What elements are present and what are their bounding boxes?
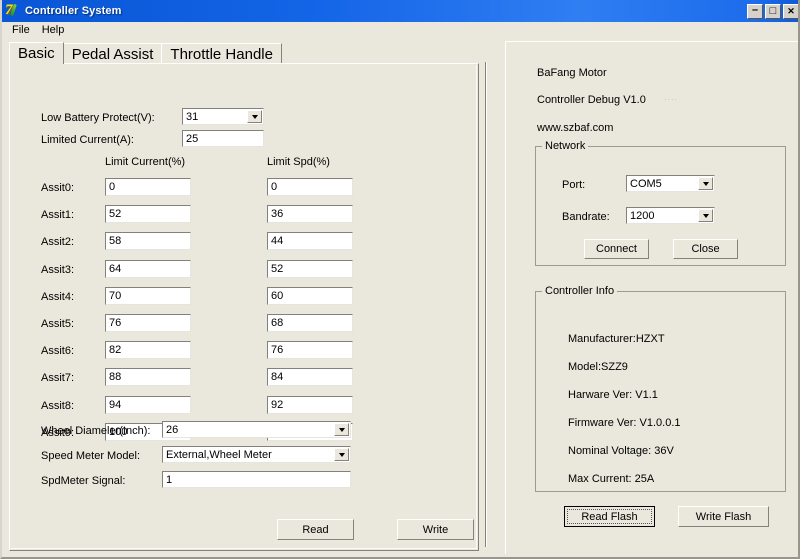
- read-flash-button[interactable]: Read Flash: [564, 506, 655, 527]
- brand-label: BaFang Motor: [537, 67, 607, 79]
- speed-meter-model-combo[interactable]: External,Wheel Meter: [162, 446, 351, 463]
- application-window: 7 Controller System – □ ✕ File Help Basi…: [0, 0, 800, 559]
- app-7-icon: 7: [5, 2, 21, 19]
- chevron-down-icon[interactable]: [698, 209, 713, 222]
- limited-current-input[interactable]: 25: [182, 130, 264, 147]
- assist-limit-spd-input[interactable]: 44: [267, 232, 353, 250]
- write-flash-button[interactable]: Write Flash: [678, 506, 769, 527]
- port-label: Port:: [562, 179, 586, 191]
- assist-limit-current-input[interactable]: 94: [105, 396, 191, 414]
- right-panel: BaFang Motor Controller Debug V1.0 .... …: [505, 41, 798, 554]
- window-controls: – □ ✕: [747, 3, 798, 19]
- spdmeter-signal-input[interactable]: 1: [162, 471, 351, 488]
- assist-row-label: Assit1:: [41, 209, 75, 221]
- low-battery-protect-combo[interactable]: 31: [182, 108, 264, 125]
- website-label: www.szbaf.com: [537, 122, 614, 134]
- assist-limit-current-input[interactable]: 52: [105, 205, 191, 223]
- bandrate-value: 1200: [630, 210, 655, 222]
- product-label: Controller Debug V1.0: [537, 94, 646, 106]
- maximize-button[interactable]: □: [765, 3, 781, 19]
- assist-limit-current-input[interactable]: 70: [105, 287, 191, 305]
- controller-info-line: Harware Ver: V1.1: [568, 389, 658, 401]
- chevron-down-icon[interactable]: [698, 177, 713, 190]
- tab-throttle-handle[interactable]: Throttle Handle: [161, 43, 282, 64]
- assist-limit-spd-input[interactable]: 68: [267, 314, 353, 332]
- controller-info-line: Nominal Voltage: 36V: [568, 445, 674, 457]
- wheel-diameter-label: Wheel Diameler(Inch):: [41, 425, 151, 437]
- close-connection-button[interactable]: Close: [673, 239, 738, 259]
- low-battery-protect-value: 31: [186, 111, 199, 123]
- menu-item-file[interactable]: File: [7, 23, 37, 38]
- tab-panel: Basic Pedal Assist Throttle Handle Low B…: [9, 42, 479, 551]
- menu-item-help[interactable]: Help: [37, 23, 72, 38]
- controller-info-group: Controller Info Manufacturer:HZXT Model:S…: [535, 285, 786, 492]
- maximize-icon: □: [769, 4, 777, 17]
- assist-limit-current-input[interactable]: 64: [105, 260, 191, 278]
- bandrate-label: Bandrate:: [562, 211, 610, 223]
- controller-info-line: Manufacturer:HZXT: [568, 333, 665, 345]
- spdmeter-signal-label: SpdMeter Signal:: [41, 475, 126, 487]
- write-button[interactable]: Write: [397, 519, 474, 540]
- assist-limit-spd-input[interactable]: 60: [267, 287, 353, 305]
- chevron-down-icon[interactable]: [334, 448, 349, 461]
- tab-pedal-assist[interactable]: Pedal Assist: [62, 43, 163, 64]
- connect-button[interactable]: Connect: [584, 239, 649, 259]
- controller-info-group-legend: Controller Info: [542, 285, 618, 297]
- column-header-limit-spd: Limit Spd(%): [267, 156, 330, 168]
- minimize-button[interactable]: –: [747, 3, 763, 19]
- panel-divider: [485, 62, 487, 547]
- chevron-down-icon[interactable]: [247, 110, 262, 123]
- assist-limit-spd-input[interactable]: 52: [267, 260, 353, 278]
- read-button[interactable]: Read: [277, 519, 354, 540]
- assist-limit-current-input[interactable]: 0: [105, 178, 191, 196]
- controller-info-line: Model:SZZ9: [568, 361, 628, 373]
- tab-content-basic: Low Battery Protect(V): 31 Limited Curre…: [9, 63, 479, 551]
- controller-info-line: Max Current: 25A: [568, 473, 655, 485]
- read-flash-label: Read Flash: [581, 510, 638, 523]
- bandrate-combo[interactable]: 1200: [626, 207, 715, 224]
- assist-row-label: Assit7:: [41, 372, 75, 384]
- assist-limit-spd-input[interactable]: 84: [267, 368, 353, 386]
- faint-mark: ....: [664, 92, 679, 102]
- tab-strip: Basic Pedal Assist Throttle Handle: [9, 42, 282, 64]
- tab-basic[interactable]: Basic: [9, 42, 64, 64]
- network-group: Network Port: COM5 Bandrate: 1200 Connec…: [535, 140, 786, 266]
- speed-meter-model-value: External,Wheel Meter: [166, 449, 272, 461]
- close-button[interactable]: ✕: [783, 3, 798, 19]
- low-battery-protect-label: Low Battery Protect(V):: [41, 112, 155, 124]
- column-header-limit-current: Limit Current(%): [105, 156, 186, 168]
- menu-bar: File Help: [2, 22, 798, 40]
- window-title: Controller System: [25, 5, 122, 17]
- assist-limit-spd-input[interactable]: 92: [267, 396, 353, 414]
- assist-row-label: Assit3:: [41, 264, 75, 276]
- assist-limit-spd-input[interactable]: 36: [267, 205, 353, 223]
- wheel-diameter-combo[interactable]: 26: [162, 421, 351, 438]
- assist-limit-spd-input[interactable]: 0: [267, 178, 353, 196]
- assist-row-label: Assit2:: [41, 236, 75, 248]
- wheel-diameter-value: 26: [166, 424, 179, 436]
- assist-limit-current-input[interactable]: 58: [105, 232, 191, 250]
- port-combo[interactable]: COM5: [626, 175, 715, 192]
- assist-limit-current-input[interactable]: 88: [105, 368, 191, 386]
- assist-limit-current-input[interactable]: 76: [105, 314, 191, 332]
- port-value: COM5: [630, 178, 662, 190]
- minimize-icon: –: [751, 3, 759, 16]
- title-bar: 7 Controller System – □ ✕: [2, 0, 798, 22]
- assist-row-label: Assit0:: [41, 182, 75, 194]
- controller-info-line: Firmware Ver: V1.0.0.1: [568, 417, 681, 429]
- speed-meter-model-label: Speed Meter Model:: [41, 450, 141, 462]
- assist-row-label: Assit5:: [41, 318, 75, 330]
- assist-row-label: Assit4:: [41, 291, 75, 303]
- assist-limit-current-input[interactable]: 82: [105, 341, 191, 359]
- limited-current-label: Limited Current(A):: [41, 134, 134, 146]
- assist-row-label: Assit6:: [41, 345, 75, 357]
- assist-row-label: Assit8:: [41, 400, 75, 412]
- close-icon: ✕: [787, 5, 795, 16]
- network-group-legend: Network: [542, 140, 589, 152]
- assist-limit-spd-input[interactable]: 76: [267, 341, 353, 359]
- chevron-down-icon[interactable]: [334, 423, 349, 436]
